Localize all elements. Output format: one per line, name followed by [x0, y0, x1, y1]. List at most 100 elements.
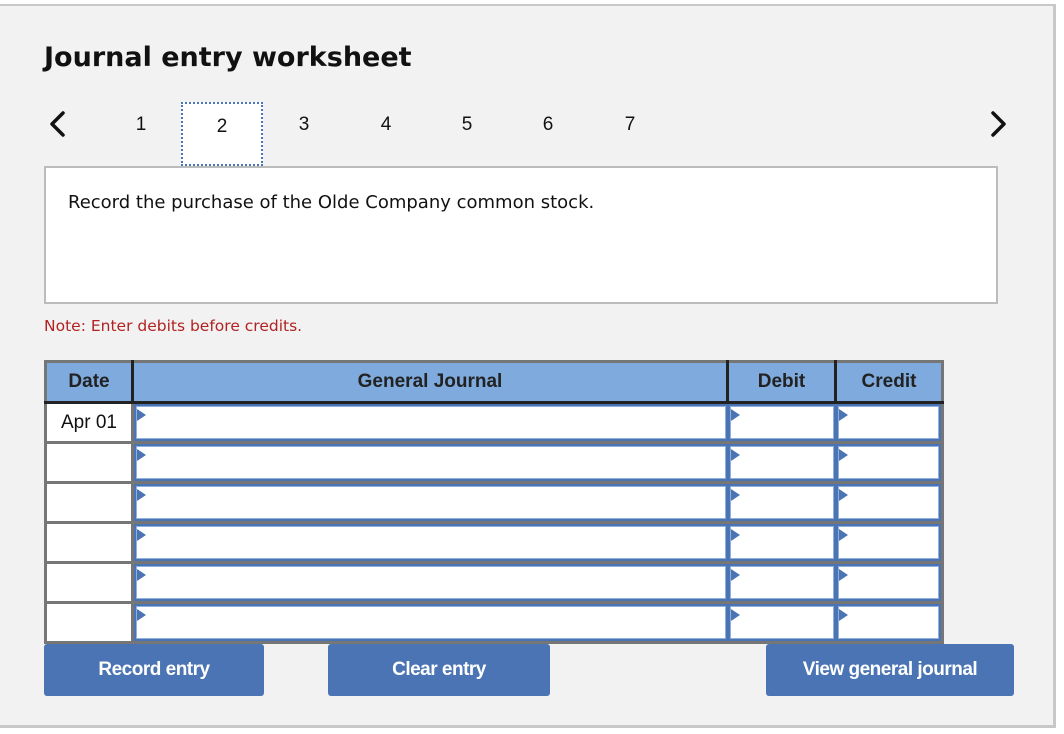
debit-input[interactable] [730, 607, 833, 638]
credit-input-wrapper [837, 446, 939, 479]
credit-input-wrapper [837, 566, 939, 599]
clear-entry-button[interactable]: Clear entry [328, 644, 550, 696]
page-title: Journal entry worksheet [44, 42, 412, 73]
credit-input[interactable] [838, 407, 938, 438]
credit-input-wrapper [837, 486, 939, 519]
dropdown-flag-icon [137, 449, 146, 461]
table-header-row: Date General Journal Debit Credit [45, 361, 943, 404]
instruction-box: Record the purchase of the Olde Company … [44, 166, 998, 304]
instruction-text: Record the purchase of the Olde Company … [68, 192, 595, 213]
credit-input[interactable] [838, 607, 938, 638]
account-cell [132, 482, 728, 524]
step-tab-4[interactable]: 4 [345, 102, 427, 166]
account-input-wrapper [136, 406, 726, 439]
step-tab-7[interactable]: 7 [589, 102, 671, 166]
table-row [45, 562, 943, 604]
step-tab-5[interactable]: 5 [426, 102, 508, 166]
credit-input-wrapper [837, 406, 939, 439]
account-cell [132, 562, 728, 604]
credit-input[interactable] [838, 527, 938, 558]
account-input-wrapper [136, 566, 726, 599]
dropdown-flag-icon [838, 609, 848, 621]
credit-input[interactable] [838, 487, 938, 518]
credit-cell [835, 482, 943, 524]
debit-input-wrapper [729, 446, 834, 479]
dropdown-flag-icon [137, 609, 146, 621]
step-tab-2[interactable]: 2 [181, 102, 263, 166]
header-debit: Debit [727, 361, 837, 404]
credit-cell [835, 522, 943, 564]
debit-input-wrapper [729, 406, 834, 439]
account-cell [132, 522, 728, 564]
date-cell[interactable]: Apr 01 [45, 402, 134, 444]
date-cell[interactable] [45, 482, 134, 524]
account-cell [132, 402, 728, 444]
debit-cell [727, 562, 836, 604]
worksheet-panel: Journal entry worksheet 1 2 3 4 5 6 7 Re… [0, 4, 1056, 728]
credit-input[interactable] [838, 447, 938, 478]
account-input[interactable] [137, 487, 725, 518]
credit-input-wrapper [837, 526, 939, 559]
header-date: Date [45, 361, 134, 404]
date-cell[interactable] [45, 442, 134, 484]
date-cell[interactable] [45, 522, 134, 564]
date-cell[interactable] [45, 562, 134, 604]
credit-input[interactable] [838, 567, 938, 598]
account-input-wrapper [136, 606, 726, 639]
account-input-wrapper [136, 486, 726, 519]
credit-input-wrapper [837, 606, 939, 639]
debit-input[interactable] [730, 567, 833, 598]
debit-input-wrapper [729, 526, 834, 559]
step-tab-3[interactable]: 3 [263, 102, 345, 166]
credit-cell [835, 442, 943, 484]
header-general-journal: General Journal [132, 361, 729, 404]
dropdown-flag-icon [838, 409, 848, 421]
debit-input[interactable] [730, 487, 833, 518]
account-cell [132, 442, 728, 484]
debit-input[interactable] [730, 447, 833, 478]
account-input-wrapper [136, 446, 726, 479]
dropdown-flag-icon [730, 609, 740, 621]
debit-input-wrapper [729, 486, 834, 519]
step-tab-1[interactable]: 1 [100, 102, 182, 166]
note-text: Note: Enter debits before credits. [44, 317, 303, 335]
dropdown-flag-icon [730, 489, 740, 501]
date-cell[interactable] [45, 602, 134, 643]
chevron-right-icon [991, 111, 1006, 137]
record-entry-button[interactable]: Record entry [44, 644, 264, 696]
table-row: Apr 01 [45, 402, 943, 444]
header-credit: Credit [835, 361, 943, 404]
account-input[interactable] [137, 527, 725, 558]
dropdown-flag-icon [838, 529, 848, 541]
debit-cell [727, 402, 836, 444]
account-input[interactable] [137, 447, 725, 478]
previous-step-button[interactable] [46, 110, 70, 138]
step-tab-6[interactable]: 6 [507, 102, 589, 166]
account-input[interactable] [137, 407, 725, 438]
table-row [45, 602, 943, 643]
dropdown-flag-icon [838, 449, 848, 461]
credit-cell [835, 402, 943, 444]
debit-input-wrapper [729, 606, 834, 639]
account-input[interactable] [137, 567, 725, 598]
next-step-button[interactable] [986, 110, 1010, 138]
debit-input[interactable] [730, 407, 833, 438]
table-row [45, 482, 943, 524]
dropdown-flag-icon [137, 409, 146, 421]
chevron-left-icon [50, 111, 65, 137]
account-input-wrapper [136, 526, 726, 559]
credit-cell [835, 602, 943, 643]
debit-input[interactable] [730, 527, 833, 558]
table-row [45, 522, 943, 564]
dropdown-flag-icon [730, 409, 740, 421]
journal-table: Date General Journal Debit Credit Apr 01 [44, 360, 944, 644]
dropdown-flag-icon [137, 529, 146, 541]
account-input[interactable] [137, 607, 725, 638]
table-row [45, 442, 943, 484]
dropdown-flag-icon [137, 569, 146, 581]
debit-cell [727, 602, 836, 643]
view-general-journal-button[interactable]: View general journal [766, 644, 1014, 696]
dropdown-flag-icon [838, 569, 848, 581]
account-cell [132, 602, 728, 643]
credit-cell [835, 562, 943, 604]
